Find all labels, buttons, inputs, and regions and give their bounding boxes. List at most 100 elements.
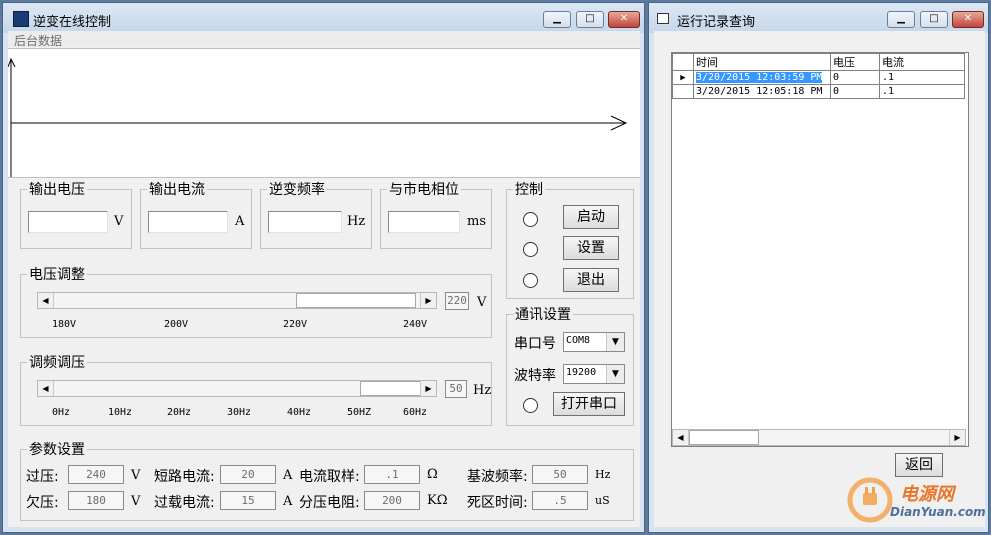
menu-bar: 后台数据 (8, 31, 640, 49)
time-cell[interactable]: 3/20/2015 12:05:18 PM (693, 84, 831, 99)
inverter-frequency-group: 逆变频率 Hz (260, 179, 372, 249)
frequency-tick: 60Hz (403, 407, 428, 418)
grid-scroll-thumb[interactable] (689, 430, 759, 445)
voltage-tick: 180V (52, 319, 77, 330)
overload-current-field[interactable]: 15 (220, 491, 276, 510)
under-voltage-field[interactable]: 180 (68, 491, 124, 510)
plot-axes (7, 57, 628, 177)
voltage-tick: 200V (164, 319, 189, 330)
minimize-button[interactable]: ▁ (887, 11, 915, 28)
records-table: 时间 电压 电流 ▶ 3/20/2015 12:03:59 PM 0 .1 3/… (672, 53, 965, 99)
exit-indicator (523, 273, 538, 288)
table-row[interactable]: ▶ 3/20/2015 12:03:59 PM 0 .1 (672, 70, 965, 85)
maximize-button[interactable]: □ (576, 11, 604, 28)
app-icon (657, 13, 669, 24)
column-header-voltage[interactable]: 电压 (830, 53, 880, 71)
port-status-indicator (523, 398, 538, 413)
fundamental-freq-field[interactable]: 50 (532, 465, 588, 484)
output-current-label: 输出电流 (147, 179, 207, 199)
voltage-cell[interactable]: 0 (830, 84, 880, 99)
settings-indicator (523, 242, 538, 257)
time-cell[interactable]: 3/20/2015 12:03:59 PM (693, 70, 831, 85)
frequency-value-box[interactable]: 50 (445, 380, 467, 398)
dead-time-field[interactable]: .5 (532, 491, 588, 510)
control-group: 控制 启动 设置 退出 (506, 179, 634, 299)
inverter-frequency-field[interactable] (268, 211, 342, 233)
records-grid[interactable]: 时间 电压 电流 ▶ 3/20/2015 12:03:59 PM 0 .1 3/… (671, 52, 969, 447)
close-button[interactable]: ✕ (608, 11, 640, 28)
scroll-right-icon[interactable]: ▶ (420, 381, 436, 396)
port-label: 串口号 (514, 336, 556, 352)
short-current-field[interactable]: 20 (220, 465, 276, 484)
grid-phase-field[interactable] (388, 211, 460, 233)
divider-resistor-label: 分压电阻: (299, 495, 360, 511)
parameter-settings-group: 参数设置 过压: 240 V 欠压: 180 V 短路电流: 20 A 过载电流… (20, 439, 634, 521)
chevron-down-icon[interactable]: ▼ (606, 365, 624, 383)
frequency-tick: 30Hz (227, 407, 252, 418)
voltage-slider[interactable]: ◀ ▶ (37, 292, 437, 309)
title-bar[interactable]: 逆变在线控制 ▁ □ ✕ (3, 3, 644, 33)
scroll-left-icon[interactable]: ◀ (673, 430, 689, 445)
selected-cell-text: 3/20/2015 12:03:59 PM (696, 72, 823, 83)
current-cell[interactable]: .1 (879, 70, 965, 85)
under-voltage-label: 欠压: (26, 495, 59, 511)
start-button[interactable]: 启动 (563, 205, 619, 229)
table-row[interactable]: 3/20/2015 12:05:18 PM 0 .1 (672, 84, 965, 99)
voltage-adjust-label: 电压调整 (27, 264, 87, 284)
comm-settings-label: 通讯设置 (513, 304, 573, 324)
voltage-cell[interactable]: 0 (830, 70, 880, 85)
current-cell[interactable]: .1 (879, 84, 965, 99)
voltage-slider-thumb[interactable] (296, 293, 416, 308)
voltage-value-box[interactable]: 220 (445, 292, 469, 310)
frequency-slider-thumb[interactable] (360, 381, 423, 396)
scroll-left-icon[interactable]: ◀ (38, 293, 54, 308)
exit-button[interactable]: 退出 (563, 268, 619, 292)
start-indicator (523, 212, 538, 227)
overload-current-unit: A (283, 494, 293, 509)
frequency-tick: 40Hz (287, 407, 312, 418)
window-title: 逆变在线控制 (33, 15, 112, 30)
run-log-window: 运行记录查询 ▁ □ ✕ 时间 电压 电流 ▶ 3/20/2015 12:03:… (648, 2, 989, 533)
frequency-tick: 50HZ (347, 407, 372, 418)
divider-resistor-field[interactable]: 200 (364, 491, 420, 510)
over-voltage-field[interactable]: 240 (68, 465, 124, 484)
minimize-button[interactable]: ▁ (543, 11, 571, 28)
client-area: 后台数据 输出电压 V 输出电流 A 逆变频率 Hz 与市电相位 ms 控制 启… (7, 31, 640, 527)
output-voltage-field[interactable] (28, 211, 108, 233)
settings-button[interactable]: 设置 (563, 236, 619, 260)
menu-backend-data[interactable]: 后台数据 (14, 32, 62, 49)
output-current-field[interactable] (148, 211, 228, 233)
column-header-current[interactable]: 电流 (879, 53, 965, 71)
watermark-cn: 电源网 (900, 484, 954, 505)
grid-phase-label: 与市电相位 (387, 179, 461, 199)
dead-time-label: 死区时间: (467, 495, 528, 511)
voltage-adjust-group: 电压调整 ◀ ▶ 220 V 180V 200V 220V 240V (20, 264, 492, 338)
grid-horizontal-scrollbar[interactable]: ◀ ▶ (672, 429, 966, 446)
output-voltage-group: 输出电压 V (20, 179, 132, 249)
site-watermark: 电源网 DianYuan.com (844, 474, 986, 526)
under-voltage-unit: V (131, 494, 141, 509)
maximize-button[interactable]: □ (920, 11, 948, 28)
scroll-right-icon[interactable]: ▶ (420, 293, 436, 308)
frequency-tick: 10Hz (108, 407, 133, 418)
baud-value: 19200 (566, 367, 597, 378)
close-button[interactable]: ✕ (952, 11, 984, 28)
short-current-label: 短路电流: (154, 469, 215, 485)
comm-settings-group: 通讯设置 串口号 COM8 ▼ 波特率 19200 ▼ 打开串口 (506, 304, 634, 426)
frequency-slider[interactable]: ◀ ▶ (37, 380, 437, 397)
port-select[interactable]: COM8 ▼ (563, 332, 625, 352)
chevron-down-icon[interactable]: ▼ (606, 333, 624, 351)
inverter-frequency-unit: Hz (347, 214, 366, 229)
column-header-time[interactable]: 时间 (693, 53, 831, 71)
over-voltage-label: 过压: (26, 469, 59, 485)
waveform-plot (7, 48, 640, 178)
scroll-right-icon[interactable]: ▶ (949, 430, 965, 445)
title-bar[interactable]: 运行记录查询 ▁ □ ✕ (649, 3, 988, 33)
open-port-button[interactable]: 打开串口 (553, 392, 625, 416)
baud-select[interactable]: 19200 ▼ (563, 364, 625, 384)
row-selector-header (672, 53, 694, 71)
current-sampling-field[interactable]: .1 (364, 465, 420, 484)
fundamental-freq-unit: Hz (595, 468, 611, 481)
main-control-window: 逆变在线控制 ▁ □ ✕ 后台数据 输出电压 V 输出电流 A 逆变频率 Hz … (2, 2, 645, 533)
scroll-left-icon[interactable]: ◀ (38, 381, 54, 396)
